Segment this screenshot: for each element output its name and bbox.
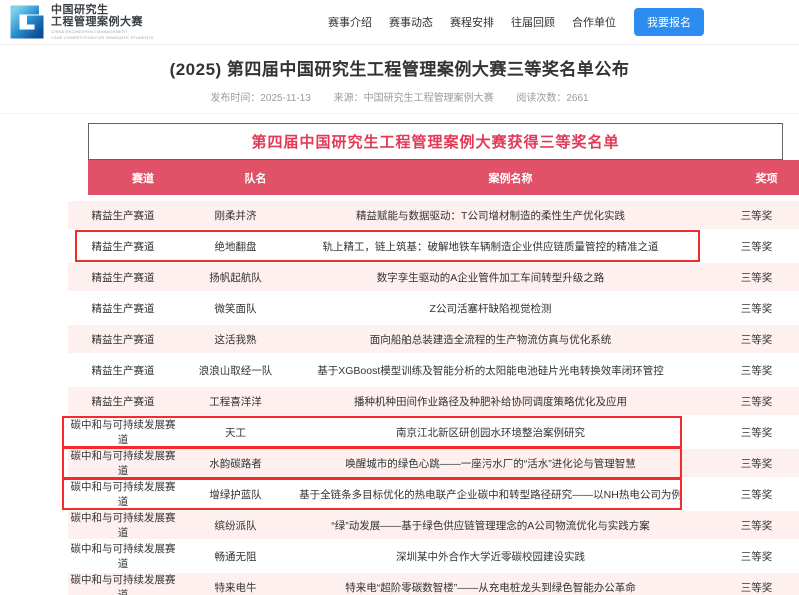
cell-team: 特来电牛 <box>178 580 293 595</box>
cell-track: 碳中和与可持续发展赛道 <box>68 417 178 447</box>
cell-team: 刚柔并济 <box>178 208 293 223</box>
table-row: 精益生产赛道 这活我熟 面向船舶总装建造全流程的生产物流仿真与优化系统 三等奖 <box>68 325 799 353</box>
cell-award: 三等奖 <box>688 332 799 347</box>
site-header: 中国研究生 工程管理案例大赛 CHINA ENGINEERING MANAGEM… <box>0 0 799 45</box>
logo-title-line1: 中国研究生 <box>51 4 154 17</box>
table-row: 碳中和与可持续发展赛道 水韵碳路者 唤醒城市的绿色心跳——一座污水厂的“活水”进… <box>68 449 799 477</box>
cell-track: 精益生产赛道 <box>68 363 178 378</box>
table-row: 精益生产赛道 微笑面队 Z公司活塞杆缺陷视觉检测 三等奖 <box>68 294 799 322</box>
article-source: 来源：中国研究生工程管理案例大赛 <box>334 93 494 104</box>
table-row: 精益生产赛道 刚柔并济 精益赋能与数据驱动：T公司增材制造的柔性生产优化实践 三… <box>68 201 799 229</box>
logo-icon <box>10 5 44 39</box>
cell-award: 三等奖 <box>688 394 799 409</box>
nav-item-schedule[interactable]: 赛程安排 <box>448 10 496 34</box>
cell-team: 微笑面队 <box>178 301 293 316</box>
cell-track: 精益生产赛道 <box>68 301 178 316</box>
cell-team: 绝地翻盘 <box>178 239 293 254</box>
nav-item-partners[interactable]: 合作单位 <box>570 10 618 34</box>
cell-track: 精益生产赛道 <box>68 239 178 254</box>
column-header-team: 队名 <box>198 170 313 186</box>
cell-case: 轨上精工，链上筑基：破解地铁车辆制造企业供应链质量管控的精准之道 <box>293 239 688 254</box>
table-row: 碳中和与可持续发展赛道 缤纷派队 “绿”动发展——基于绿色供应链管理理念的A公司… <box>68 511 799 539</box>
table-row: 碳中和与可持续发展赛道 天工 南京江北新区研创园水环境整治案例研究 三等奖 <box>68 418 799 446</box>
article-title: (2025) 第四届中国研究生工程管理案例大赛三等奖名单公布 <box>0 55 799 80</box>
cell-team: 这活我熟 <box>178 332 293 347</box>
cell-award: 三等奖 <box>688 239 799 254</box>
main-nav: 赛事介绍 赛事动态 赛程安排 往届回顾 合作单位 <box>326 10 618 34</box>
cell-track: 精益生产赛道 <box>68 394 178 409</box>
cell-case: 唤醒城市的绿色心跳——一座污水厂的“活水”进化论与管理智慧 <box>293 456 688 471</box>
cell-track: 碳中和与可持续发展赛道 <box>68 510 178 540</box>
article: (2025) 第四届中国研究生工程管理案例大赛三等奖名单公布 发布时间：2025… <box>0 45 799 595</box>
cell-award: 三等奖 <box>688 363 799 378</box>
cell-case: 基于全链条多目标优化的热电联产企业碳中和转型路径研究——以NH热电公司为例 <box>293 487 688 502</box>
cell-track: 碳中和与可持续发展赛道 <box>68 479 178 509</box>
table-row: 精益生产赛道 浪浪山取经一队 基于XGBoost模型训练及智能分析的太阳能电池硅… <box>68 356 799 384</box>
award-table: 第四届中国研究生工程管理案例大赛获得三等奖名单 赛道 队名 案例名称 奖项 精益… <box>88 123 799 595</box>
cell-case: 精益赋能与数据驱动：T公司增材制造的柔性生产优化实践 <box>293 208 688 223</box>
table-row: 精益生产赛道 扬帆起航队 数字孪生驱动的A企业管件加工车间转型升级之路 三等奖 <box>68 263 799 291</box>
cell-case: 数字孪生驱动的A企业管件加工车间转型升级之路 <box>293 270 688 285</box>
article-meta: 发布时间：2025-11-13 来源：中国研究生工程管理案例大赛 阅读次数：26… <box>0 89 799 104</box>
column-header-track: 赛道 <box>88 170 198 186</box>
divider <box>0 113 799 114</box>
table-row: 碳中和与可持续发展赛道 畅通无阻 深圳某中外合作大学近零碳校园建设实践 三等奖 <box>68 542 799 570</box>
cell-track: 精益生产赛道 <box>68 270 178 285</box>
nav-item-past-editions[interactable]: 往届回顾 <box>509 10 557 34</box>
cell-award: 三等奖 <box>688 301 799 316</box>
cell-award: 三等奖 <box>688 518 799 533</box>
cell-track: 碳中和与可持续发展赛道 <box>68 448 178 478</box>
table-row: 碳中和与可持续发展赛道 特来电牛 特来电“超阶零碳数智楼”——从充电桩龙头到绿色… <box>68 573 799 595</box>
cell-team: 缤纷派队 <box>178 518 293 533</box>
site-logo[interactable]: 中国研究生 工程管理案例大赛 CHINA ENGINEERING MANAGEM… <box>10 4 154 40</box>
cell-case: Z公司活塞杆缺陷视觉检测 <box>293 301 688 316</box>
logo-subtitle-en-line1: CHINA ENGINEERING MANAGEMENT <box>51 30 154 35</box>
cell-case: 基于XGBoost模型训练及智能分析的太阳能电池硅片光电转换效率闭环管控 <box>293 363 688 378</box>
signup-button[interactable]: 我要报名 <box>634 8 704 36</box>
cell-team: 水韵碳路者 <box>178 456 293 471</box>
cell-award: 三等奖 <box>688 425 799 440</box>
cell-case: “绿”动发展——基于绿色供应链管理理念的A公司物流优化与实践方案 <box>293 518 688 533</box>
column-header-case: 案例名称 <box>313 170 708 186</box>
cell-case: 南京江北新区研创园水环境整治案例研究 <box>293 425 688 440</box>
cell-award: 三等奖 <box>688 270 799 285</box>
cell-team: 天工 <box>178 425 293 440</box>
table-body: 精益生产赛道 刚柔并济 精益赋能与数据驱动：T公司增材制造的柔性生产优化实践 三… <box>68 201 799 595</box>
cell-award: 三等奖 <box>688 487 799 502</box>
cell-track: 精益生产赛道 <box>68 208 178 223</box>
logo-text: 中国研究生 工程管理案例大赛 CHINA ENGINEERING MANAGEM… <box>51 4 154 40</box>
cell-award: 三等奖 <box>688 549 799 564</box>
table-header-row: 赛道 队名 案例名称 奖项 <box>88 160 799 195</box>
logo-title-line2: 工程管理案例大赛 <box>51 16 154 29</box>
nav-item-intro[interactable]: 赛事介绍 <box>326 10 374 34</box>
cell-case: 深圳某中外合作大学近零碳校园建设实践 <box>293 549 688 564</box>
table-row: 精益生产赛道 绝地翻盘 轨上精工，链上筑基：破解地铁车辆制造企业供应链质量管控的… <box>68 232 799 260</box>
cell-case: 特来电“超阶零碳数智楼”——从充电桩龙头到绿色智能办公革命 <box>293 580 688 595</box>
table-row: 精益生产赛道 工程喜洋洋 播种机种田间作业路径及种肥补给协同调度策略优化及应用 … <box>68 387 799 415</box>
logo-subtitle-en-line2: CASE COMPETITION FOR GRADUATE STUDENTS <box>51 36 154 41</box>
publish-time: 发布时间：2025-11-13 <box>210 93 310 104</box>
cell-track: 碳中和与可持续发展赛道 <box>68 541 178 571</box>
column-header-award: 奖项 <box>708 170 799 186</box>
cell-team: 增绿护蓝队 <box>178 487 293 502</box>
view-count: 阅读次数：2661 <box>516 93 588 104</box>
cell-team: 浪浪山取经一队 <box>178 363 293 378</box>
cell-track: 碳中和与可持续发展赛道 <box>68 572 178 595</box>
table-caption: 第四届中国研究生工程管理案例大赛获得三等奖名单 <box>251 131 619 152</box>
cell-award: 三等奖 <box>688 456 799 471</box>
table-row: 碳中和与可持续发展赛道 增绿护蓝队 基于全链条多目标优化的热电联产企业碳中和转型… <box>68 480 799 508</box>
cell-case: 面向船舶总装建造全流程的生产物流仿真与优化系统 <box>293 332 688 347</box>
nav-item-news[interactable]: 赛事动态 <box>387 10 435 34</box>
cell-case: 播种机种田间作业路径及种肥补给协同调度策略优化及应用 <box>293 394 688 409</box>
cell-award: 三等奖 <box>688 208 799 223</box>
cell-team: 工程喜洋洋 <box>178 394 293 409</box>
cell-track: 精益生产赛道 <box>68 332 178 347</box>
cell-team: 扬帆起航队 <box>178 270 293 285</box>
cell-award: 三等奖 <box>688 580 799 595</box>
page: 中国研究生 工程管理案例大赛 CHINA ENGINEERING MANAGEM… <box>0 0 799 595</box>
table-caption-box: 第四届中国研究生工程管理案例大赛获得三等奖名单 <box>88 123 783 160</box>
cell-team: 畅通无阻 <box>178 549 293 564</box>
